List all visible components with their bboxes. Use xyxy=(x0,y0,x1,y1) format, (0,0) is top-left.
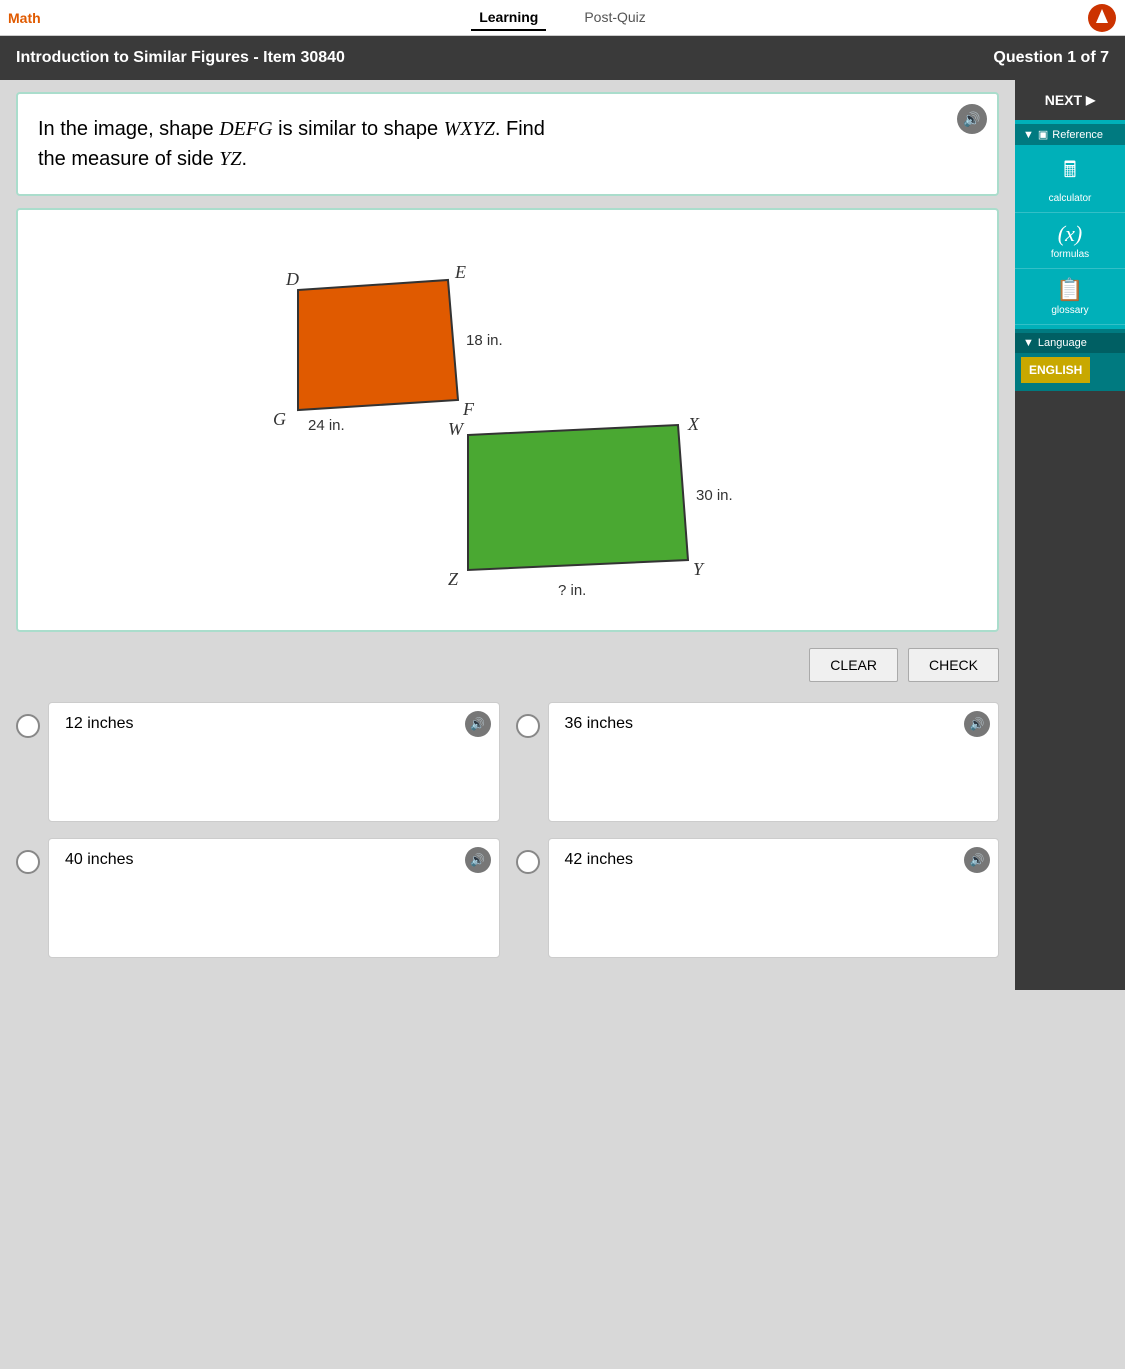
answer-radio-d[interactable] xyxy=(516,850,540,874)
svg-text:F: F xyxy=(462,399,475,419)
calculator-label: calculator xyxy=(1049,193,1092,204)
reference-section: ▼ ▣ Reference 🖩 calculator (x) formulas … xyxy=(1015,120,1125,329)
reference-icon: ▣ xyxy=(1038,128,1048,141)
answer-audio-a[interactable]: 🔊 xyxy=(465,711,491,737)
answers-grid: 🔊 12 inches 🔊 36 inches 🔊 40 inches xyxy=(16,702,999,978)
buttons-row: CLEAR CHECK xyxy=(16,648,999,682)
language-english-button[interactable]: ENGLISH xyxy=(1021,357,1090,383)
answer-card-a[interactable]: 🔊 12 inches xyxy=(48,702,500,822)
glossary-label: glossary xyxy=(1051,305,1088,316)
calculator-icon: 🖩 xyxy=(1063,153,1076,191)
answer-card-b[interactable]: 🔊 36 inches xyxy=(548,702,1000,822)
answer-option-c: 🔊 40 inches xyxy=(16,838,500,958)
formulas-label: formulas xyxy=(1051,249,1089,260)
avatar xyxy=(1087,3,1117,33)
top-nav: Math Learning Post-Quiz xyxy=(0,0,1125,36)
glossary-icon: 📋 xyxy=(1056,277,1083,303)
language-section: ▼ Language ENGLISH xyxy=(1015,329,1125,391)
answer-card-d[interactable]: 🔊 42 inches xyxy=(548,838,1000,958)
clear-button[interactable]: CLEAR xyxy=(809,648,898,682)
svg-text:Y: Y xyxy=(693,559,705,579)
question-header: Introduction to Similar Figures - Item 3… xyxy=(0,36,1125,80)
nav-tabs: Learning Post-Quiz xyxy=(471,5,654,31)
language-label: Language xyxy=(1038,337,1087,349)
reference-chevron-icon: ▼ xyxy=(1023,129,1034,141)
formulas-tool[interactable]: (x) formulas xyxy=(1015,213,1125,269)
svg-text:X: X xyxy=(687,414,700,434)
check-button[interactable]: CHECK xyxy=(908,648,999,682)
reference-label: Reference xyxy=(1052,129,1103,141)
answer-option-b: 🔊 36 inches xyxy=(516,702,1000,822)
formulas-icon: (x) xyxy=(1058,221,1082,247)
answer-audio-d[interactable]: 🔊 xyxy=(964,847,990,873)
reference-header[interactable]: ▼ ▣ Reference xyxy=(1015,124,1125,145)
tab-learning[interactable]: Learning xyxy=(471,5,546,31)
prompt-box: 🔊 In the image, shape DEFG is similar to … xyxy=(16,92,999,196)
right-sidebar: NEXT ▶ ▼ ▣ Reference 🖩 calculator (x) fo… xyxy=(1015,80,1125,990)
math-label: Math xyxy=(0,10,41,26)
answer-card-c[interactable]: 🔊 40 inches xyxy=(48,838,500,958)
svg-text:30 in.: 30 in. xyxy=(696,487,733,504)
next-arrow-icon: ▶ xyxy=(1086,93,1095,107)
question-counter: Question 1 of 7 xyxy=(993,49,1109,67)
diagram-container: D E F G 18 in. 24 in. W X Y Z 30 in. ? xyxy=(16,208,999,632)
main-layout: 🔊 In the image, shape DEFG is similar to … xyxy=(0,80,1125,990)
answer-text-d: 42 inches xyxy=(565,851,634,868)
content-area: 🔊 In the image, shape DEFG is similar to … xyxy=(0,80,1015,990)
language-header[interactable]: ▼ Language xyxy=(1015,333,1125,353)
prompt-audio-button[interactable]: 🔊 xyxy=(957,104,987,134)
answer-option-a: 🔊 12 inches xyxy=(16,702,500,822)
svg-text:? in.: ? in. xyxy=(558,582,586,599)
svg-text:D: D xyxy=(285,269,299,289)
question-title: Introduction to Similar Figures - Item 3… xyxy=(16,49,345,67)
svg-text:G: G xyxy=(273,409,286,429)
next-button[interactable]: NEXT ▶ xyxy=(1015,80,1125,120)
svg-text:E: E xyxy=(454,262,466,282)
answer-radio-c[interactable] xyxy=(16,850,40,874)
answer-text-c: 40 inches xyxy=(65,851,134,868)
answer-text-a: 12 inches xyxy=(65,715,134,732)
calculator-tool[interactable]: 🖩 calculator xyxy=(1015,145,1125,213)
next-label: NEXT xyxy=(1045,92,1082,108)
svg-text:W: W xyxy=(448,419,465,439)
answer-option-d: 🔊 42 inches xyxy=(516,838,1000,958)
answer-radio-a[interactable] xyxy=(16,714,40,738)
svg-text:Z: Z xyxy=(448,569,459,589)
svg-text:24 in.: 24 in. xyxy=(308,417,345,434)
answer-radio-b[interactable] xyxy=(516,714,540,738)
language-chevron-icon: ▼ xyxy=(1023,337,1034,349)
answer-text-b: 36 inches xyxy=(565,715,634,732)
tab-postquiz[interactable]: Post-Quiz xyxy=(576,5,653,31)
answer-audio-c[interactable]: 🔊 xyxy=(465,847,491,873)
glossary-tool[interactable]: 📋 glossary xyxy=(1015,269,1125,325)
answer-audio-b[interactable]: 🔊 xyxy=(964,711,990,737)
diagram-svg: D E F G 18 in. 24 in. W X Y Z 30 in. ? xyxy=(248,230,768,610)
svg-text:18 in.: 18 in. xyxy=(466,332,503,349)
prompt-full-text: In the image, shape DEFG is similar to s… xyxy=(38,118,545,170)
